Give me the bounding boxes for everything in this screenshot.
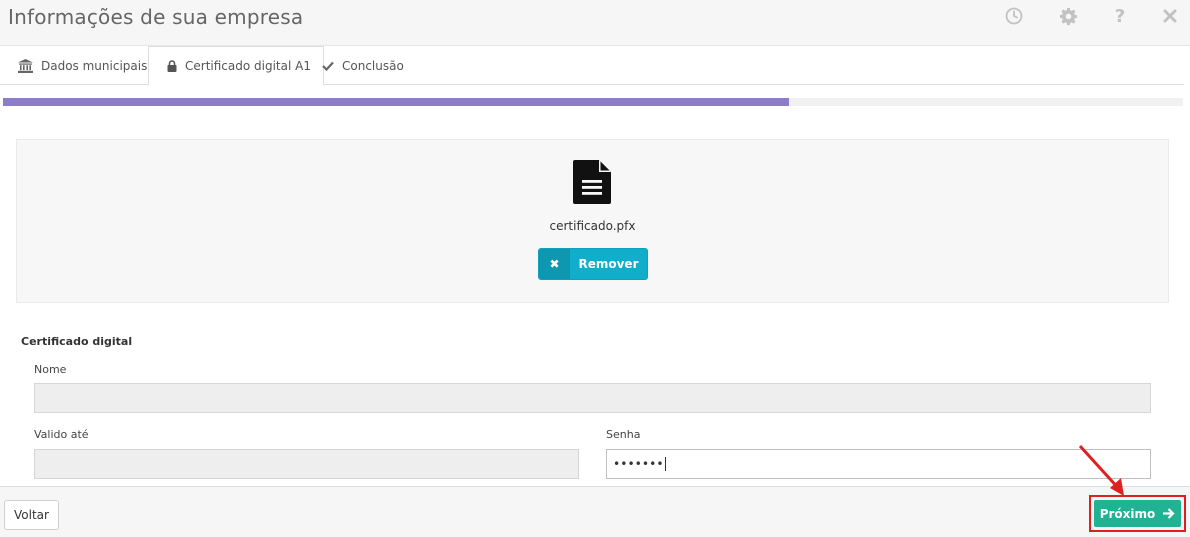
check-icon [322, 61, 334, 71]
page-title: Informações de sua empresa [8, 5, 304, 29]
help-icon[interactable]: ? [1110, 6, 1130, 27]
remove-button-label: Remover [578, 257, 639, 271]
clock-icon[interactable] [1004, 6, 1024, 26]
arrow-right-icon [1163, 508, 1175, 519]
wizard-tabs: Dados municipais Certificado digital A1 … [0, 46, 1184, 86]
section-title: Certificado digital [21, 335, 133, 348]
tab-label: Conclusão [342, 58, 404, 73]
tab-label: Dados municipais [41, 58, 148, 73]
file-icon [573, 160, 611, 204]
tab-dados-municipais[interactable]: Dados municipais [0, 46, 159, 85]
next-button[interactable]: Próximo [1094, 500, 1181, 527]
close-icon: ✖ [539, 249, 570, 279]
next-button-label: Próximo [1099, 506, 1156, 521]
password-label: Senha [606, 428, 641, 441]
password-input[interactable]: ••••••• [606, 449, 1151, 479]
tab-certificado-digital[interactable]: Certificado digital A1 [148, 46, 324, 86]
wizard-progress-bar [3, 98, 1183, 106]
text-caret [664, 457, 666, 471]
page-header: Informações de sua empresa ? [0, 0, 1190, 46]
lock-icon [167, 60, 177, 72]
bank-icon [18, 58, 33, 73]
close-icon[interactable] [1160, 6, 1180, 26]
remove-button[interactable]: ✖ Remover [538, 248, 648, 280]
valid-until-field [34, 449, 579, 479]
name-field [34, 383, 1151, 413]
wizard-footer: Voltar Próximo [0, 486, 1190, 537]
name-label: Nome [34, 363, 67, 376]
tab-conclusao[interactable]: Conclusão [304, 46, 416, 85]
password-value: ••••••• [613, 457, 664, 471]
gear-icon[interactable] [1058, 6, 1078, 26]
tab-label: Certificado digital A1 [185, 59, 311, 73]
back-button[interactable]: Voltar [4, 500, 59, 530]
certificate-upload-area: certificado.pfx ✖ Remover [16, 139, 1169, 303]
annotation-arrow-icon [1078, 444, 1124, 496]
valid-until-label: Valido até [34, 428, 89, 441]
progress-fill [3, 98, 789, 106]
file-name: certificado.pfx [549, 219, 636, 233]
